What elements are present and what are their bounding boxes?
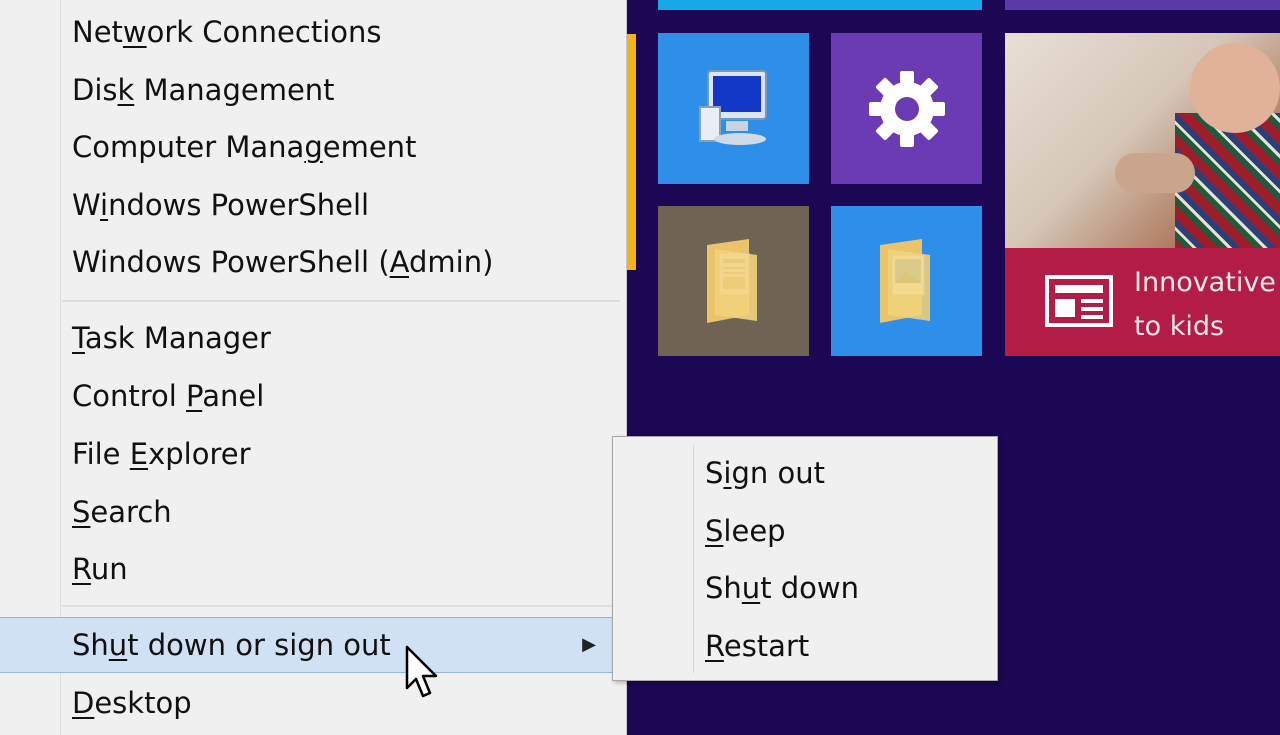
menu-item-windows-powershell[interactable]: Windows PowerShell	[0, 179, 612, 231]
this-pc-tile[interactable]	[658, 33, 809, 184]
accelerator-key: k	[117, 73, 135, 107]
accelerator-key: P	[186, 379, 203, 413]
accelerator-key: R	[72, 552, 91, 586]
mouse-pointer-icon	[405, 645, 438, 698]
menu-separator	[62, 300, 620, 302]
accelerator-key: S	[705, 514, 724, 548]
label-part: W	[72, 188, 101, 222]
news-photo	[1005, 33, 1280, 248]
submenu-item-shut-down[interactable]: Shut down	[705, 562, 859, 614]
accelerator-key: D	[72, 686, 95, 720]
accelerator-key: R	[705, 629, 724, 663]
accelerator-key: w	[122, 15, 147, 49]
computer-icon	[698, 69, 767, 145]
news-headline-line1: Innovative	[1134, 267, 1276, 298]
label-part: estart	[723, 629, 810, 663]
settings-tile[interactable]	[831, 33, 982, 184]
label-part: ement	[322, 130, 417, 164]
submenu-item-sleep[interactable]: Sleep	[705, 505, 786, 557]
accelerator-key: T	[72, 321, 85, 355]
news-headline-line2: to kids	[1134, 311, 1225, 342]
label-part: xplorer	[148, 437, 251, 471]
accelerator-key: u	[741, 571, 761, 605]
label-part: Control	[72, 379, 187, 413]
folder-icon	[706, 239, 757, 323]
accelerator-key: S	[72, 495, 91, 529]
menu-item-shut-down-or-sign-out[interactable]: Shut down or sign out ▶	[0, 617, 612, 673]
submenu-arrow-icon: ▶	[582, 634, 596, 655]
accelerator-key: i	[100, 188, 109, 222]
news-headline: Innovative to kids	[1134, 261, 1276, 349]
label-part: Sh	[705, 571, 742, 605]
shutdown-submenu: Sign out Sleep Shut down Restart	[612, 436, 998, 681]
gear-icon	[868, 70, 945, 147]
label-part: Management	[134, 73, 335, 107]
menu-item-network-connections[interactable]: Network Connections	[0, 6, 612, 58]
submenu-item-sign-out[interactable]: Sign out	[705, 447, 825, 499]
menu-item-control-panel[interactable]: Control Panel	[0, 370, 612, 422]
submenu-item-restart[interactable]: Restart	[705, 620, 809, 672]
documents-tile[interactable]	[658, 206, 809, 356]
label-part: File	[72, 437, 130, 471]
accelerator-key: g	[304, 130, 323, 164]
accelerator-key: E	[129, 437, 149, 471]
label-part: ndows PowerShell	[108, 188, 370, 222]
label-part: un	[90, 552, 128, 586]
label-part: Windows PowerShell (	[72, 245, 390, 279]
label-part: ork Connections	[146, 15, 382, 49]
label-part: esktop	[94, 686, 192, 720]
menu-item-computer-management[interactable]: Computer Management	[0, 121, 612, 173]
menu-item-run[interactable]: Run	[0, 543, 612, 595]
label-part: Sh	[72, 628, 109, 662]
news-tile[interactable]: Innovative to kids	[1005, 33, 1280, 356]
accelerator-key: u	[108, 628, 128, 662]
accelerator-key: A	[389, 245, 409, 279]
pictures-tile[interactable]	[831, 206, 982, 356]
label-part: gn out	[731, 456, 825, 490]
menu-item-disk-management[interactable]: Disk Management	[0, 64, 612, 116]
label-part: leep	[723, 514, 786, 548]
tile-edge-yellow[interactable]	[627, 34, 636, 270]
power-user-menu: Network Connections Disk Management Comp…	[0, 0, 627, 735]
tile-strip-top-right[interactable]	[1005, 0, 1280, 10]
label-part: t down or sign out	[127, 628, 391, 662]
label-part: earch	[90, 495, 172, 529]
label-part: anel	[202, 379, 265, 413]
label-part: Computer Mana	[72, 130, 305, 164]
label-part: Net	[72, 15, 123, 49]
label-part: ask Manager	[84, 321, 271, 355]
menu-item-desktop[interactable]: Desktop	[0, 677, 612, 729]
folder-icon	[879, 239, 930, 323]
menu-item-search[interactable]: Search	[0, 486, 612, 538]
menu-item-task-manager[interactable]: Task Manager	[0, 312, 612, 364]
label-part: t down	[760, 571, 860, 605]
label-part: dmin)	[408, 245, 494, 279]
menu-separator	[62, 605, 620, 607]
tile-strip-top[interactable]	[658, 0, 982, 10]
submenu-gutter	[693, 445, 694, 673]
menu-item-windows-powershell-admin[interactable]: Windows PowerShell (Admin)	[0, 236, 612, 288]
news-icon	[1045, 275, 1113, 327]
label-part: Dis	[72, 73, 118, 107]
menu-item-file-explorer[interactable]: File Explorer	[0, 428, 612, 480]
label-part: S	[705, 456, 724, 490]
